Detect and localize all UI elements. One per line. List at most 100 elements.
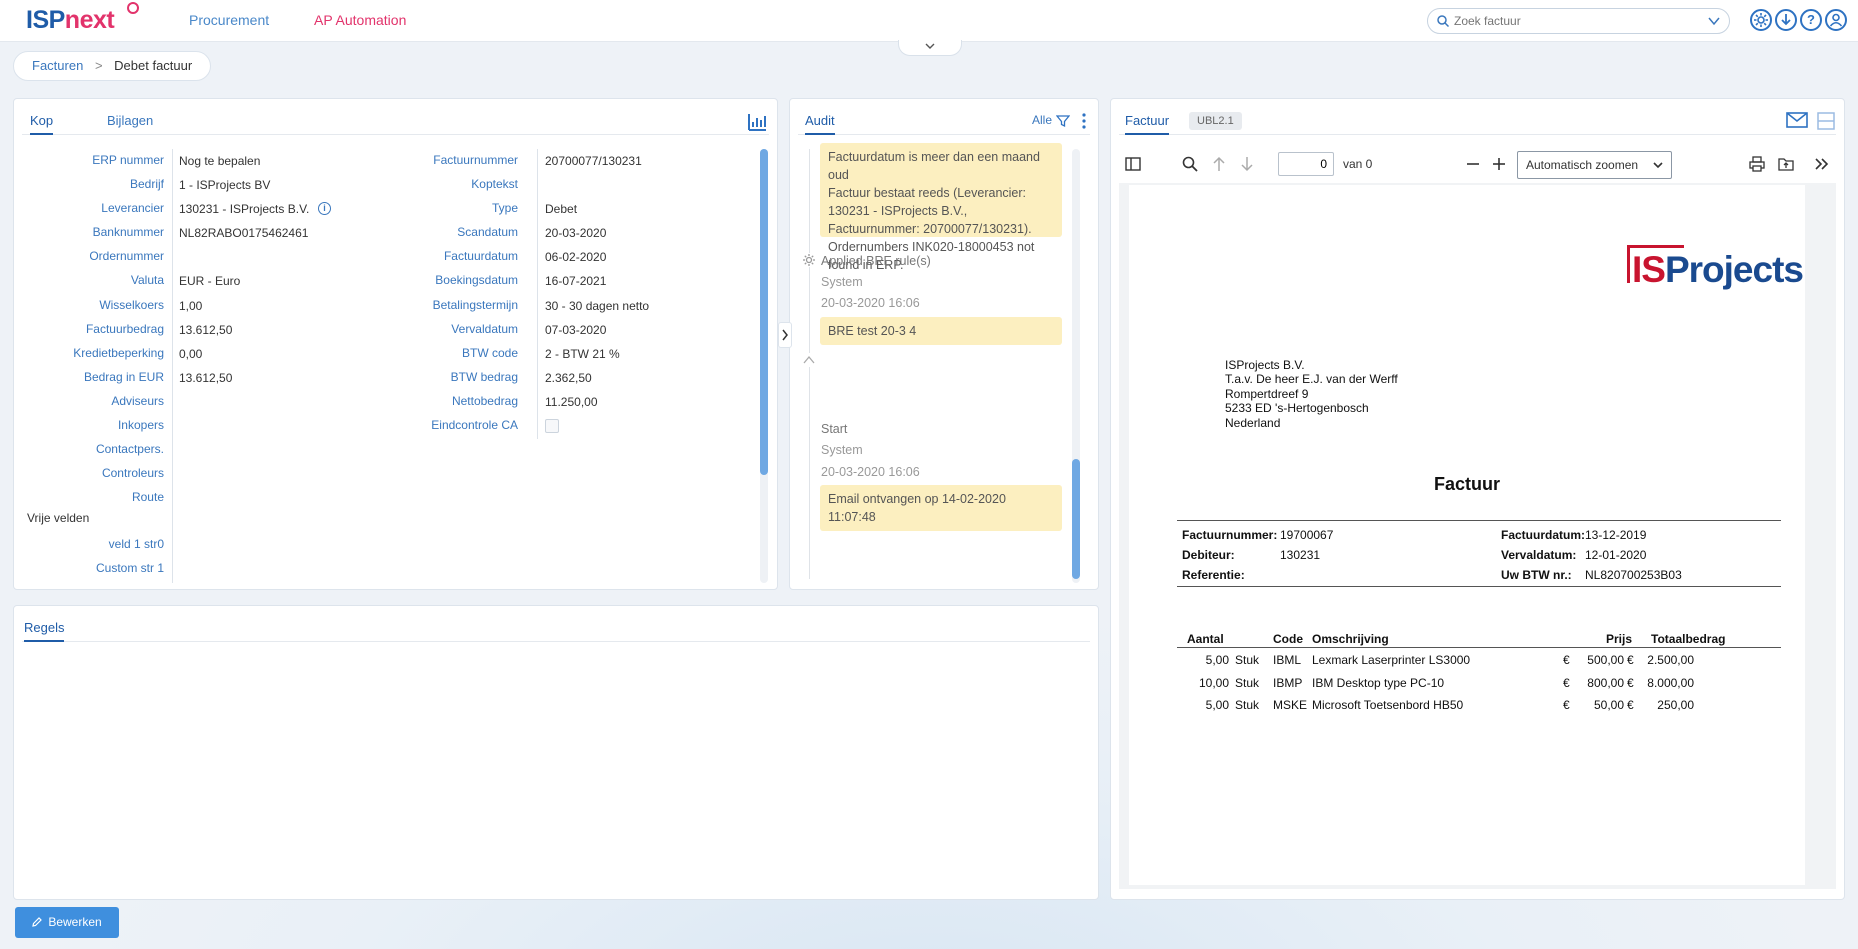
pdf-page: ISProjects ISProjects B.V. T.a.v. De hee… bbox=[1129, 185, 1805, 885]
zoom-out-icon[interactable] bbox=[1464, 155, 1482, 173]
field-value[interactable]: 06-02-2020 bbox=[545, 250, 606, 264]
field-value[interactable]: 11.250,00 bbox=[545, 395, 598, 409]
field-label: Valuta bbox=[130, 273, 164, 288]
logo-heart-icon bbox=[127, 2, 139, 14]
invoice-line-aantal: 5,00 bbox=[1205, 698, 1229, 712]
field-label: Scandatum bbox=[457, 225, 518, 240]
field-label: Nettobedrag bbox=[451, 393, 518, 408]
scrollbar[interactable] bbox=[1072, 149, 1080, 583]
field-value[interactable]: 07-03-2020 bbox=[545, 323, 606, 337]
field-value[interactable]: 20-03-2020 bbox=[545, 226, 606, 240]
arrow-down-icon[interactable] bbox=[1238, 155, 1256, 173]
mail-icon[interactable] bbox=[1786, 111, 1808, 129]
form-row: Bedrijf 1 - ISProjects BV bbox=[14, 173, 270, 197]
field-label: ERP nummer bbox=[92, 153, 164, 167]
edit-button[interactable]: Bewerken bbox=[15, 907, 119, 938]
filter-icon[interactable] bbox=[1056, 114, 1070, 128]
invoice-line-desc: IBM Desktop type PC-10 bbox=[1312, 675, 1445, 690]
invoice-line-totaal: 2.500,00 bbox=[1647, 653, 1694, 667]
meta-value: 19700067 bbox=[1280, 528, 1334, 542]
tab-audit[interactable]: Audit bbox=[805, 113, 835, 135]
field-value[interactable]: 0,00 bbox=[179, 347, 202, 361]
field-value[interactable]: NL82RABO0175462461 bbox=[179, 226, 308, 240]
field-value[interactable]: Nog te bepalen bbox=[179, 154, 260, 168]
field-value[interactable]: 13.612,50 bbox=[179, 371, 232, 385]
chevron-down-icon[interactable] bbox=[1707, 14, 1721, 28]
nav-ap-automation[interactable]: AP Automation bbox=[314, 12, 406, 28]
split-view-icon[interactable] bbox=[1816, 111, 1836, 131]
filter-all[interactable]: Alle bbox=[1032, 113, 1052, 127]
field-value[interactable]: 130231 - ISProjects B.V. bbox=[179, 202, 309, 216]
field-value[interactable]: 1,00 bbox=[179, 299, 202, 313]
tab-ubl[interactable]: UBL2.1 bbox=[1189, 112, 1242, 130]
settings-icon[interactable] bbox=[1750, 9, 1772, 31]
form-row: Factuurdatum 06-02-2020 bbox=[354, 245, 754, 269]
search-input[interactable] bbox=[1454, 12, 1694, 30]
meta-value: 12-01-2020 bbox=[1585, 548, 1647, 562]
search-box[interactable] bbox=[1427, 8, 1730, 34]
field-value[interactable]: 13.612,50 bbox=[179, 323, 232, 337]
invoice-line-totaal: 250,00 bbox=[1657, 698, 1694, 712]
tab-bijlagen[interactable]: Bijlagen bbox=[107, 113, 153, 133]
scrollbar[interactable] bbox=[760, 149, 768, 583]
kop-right-fields: Factuurnummer 20700077/130231 Koptekst Type… bbox=[354, 149, 754, 438]
field-value[interactable]: 20700077/130231 bbox=[545, 154, 642, 168]
help-icon[interactable]: ? bbox=[1800, 9, 1822, 31]
start-icon bbox=[802, 353, 816, 367]
collapse-header-toggle[interactable] bbox=[898, 40, 962, 56]
scrollbar-thumb[interactable] bbox=[1072, 459, 1080, 579]
field-label: Banknummer bbox=[92, 225, 164, 240]
field-value[interactable]: 16-07-2021 bbox=[545, 274, 606, 288]
nav-procurement[interactable]: Procurement bbox=[189, 12, 269, 28]
audit-entry-user: System bbox=[821, 275, 863, 289]
chart-icon[interactable] bbox=[747, 113, 767, 131]
meta-value: NL820700253B03 bbox=[1585, 568, 1682, 582]
invoice-logo: ISProjects bbox=[1632, 249, 1804, 290]
field-value[interactable]: 2 - BTW 21 % bbox=[545, 347, 620, 361]
invoice-title: Factuur bbox=[1433, 474, 1500, 494]
field-value[interactable]: 2.362,50 bbox=[545, 371, 592, 385]
info-icon[interactable]: i bbox=[318, 202, 331, 216]
form-row: Ordernummer bbox=[14, 245, 184, 269]
meta-label: Factuurnummer: bbox=[1182, 528, 1278, 542]
field-value[interactable]: EUR - Euro bbox=[179, 274, 240, 288]
field-label: Betalingstermijn bbox=[432, 297, 518, 312]
field-label: Contactpers. bbox=[95, 442, 164, 457]
form-row: Scandatum 20-03-2020 bbox=[354, 221, 754, 245]
sidebar-toggle-icon[interactable] bbox=[1124, 155, 1142, 173]
kop-panel: Kop Bijlagen ERP nummer Nog te bepalen Bed… bbox=[13, 98, 778, 590]
tab-factuur[interactable]: Factuur bbox=[1125, 113, 1170, 135]
factuur-panel: Factuur UBL2.1 van 0 Automatisch zoomen … bbox=[1110, 98, 1845, 900]
open-file-icon[interactable] bbox=[1777, 155, 1795, 173]
field-label: Factuurdatum bbox=[443, 249, 518, 264]
print-icon[interactable] bbox=[1748, 155, 1766, 173]
audit-entry-note: BRE test 20-3 4 bbox=[820, 317, 1062, 345]
zoom-in-icon[interactable] bbox=[1490, 155, 1508, 173]
search-icon[interactable] bbox=[1181, 155, 1199, 173]
double-chevron-right-icon[interactable] bbox=[1813, 155, 1831, 173]
field-value[interactable]: 1 - ISProjects BV bbox=[179, 178, 270, 192]
more-options-icon[interactable] bbox=[1080, 112, 1088, 130]
form-row: BTW code 2 - BTW 21 % bbox=[354, 342, 754, 366]
tab-regels[interactable]: Regels bbox=[24, 620, 65, 642]
field-label: Factuurbedrag bbox=[85, 321, 164, 336]
eindcontrole-checkbox[interactable] bbox=[545, 419, 559, 434]
expand-panel-toggle[interactable] bbox=[778, 322, 792, 348]
form-row: Vervaldatum 07-03-2020 bbox=[354, 318, 754, 342]
user-icon[interactable] bbox=[1825, 9, 1847, 31]
page-number-input[interactable] bbox=[1278, 152, 1334, 176]
regels-panel: Regels bbox=[13, 605, 1099, 900]
field-label: Vervaldatum bbox=[451, 321, 518, 336]
download-icon[interactable] bbox=[1775, 9, 1797, 31]
search-icon bbox=[1437, 15, 1450, 28]
field-value[interactable]: Debet bbox=[545, 202, 577, 216]
field-value[interactable]: 30 - 30 dagen netto bbox=[545, 299, 649, 313]
pdf-viewer[interactable]: ISProjects ISProjects B.V. T.a.v. De hee… bbox=[1119, 183, 1836, 889]
pdf-toolbar: van 0 Automatisch zoomen bbox=[1119, 147, 1836, 181]
arrow-up-icon[interactable] bbox=[1210, 155, 1228, 173]
breadcrumb-facturen[interactable]: Facturen bbox=[32, 58, 83, 73]
tab-kop[interactable]: Kop bbox=[30, 113, 54, 135]
app-logo[interactable]: ISPnext bbox=[26, 6, 115, 35]
zoom-select[interactable]: Automatisch zoomen bbox=[1517, 151, 1672, 179]
scrollbar-thumb[interactable] bbox=[760, 149, 768, 475]
